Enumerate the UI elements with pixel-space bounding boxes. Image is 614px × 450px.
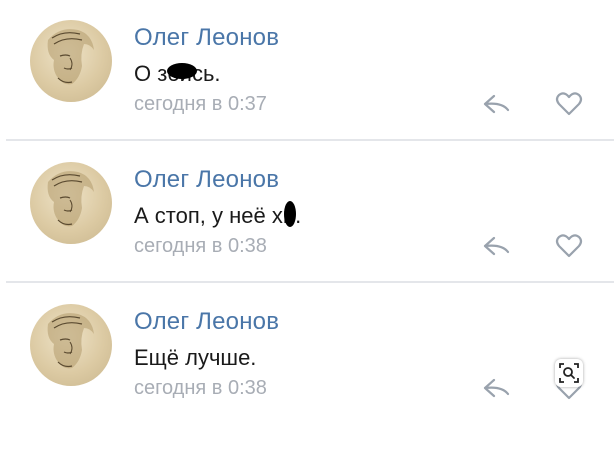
comment-timestamp: сегодня в 0:37: [134, 93, 267, 115]
reply-button[interactable]: [481, 372, 513, 404]
author-name-link[interactable]: Олег Леонов: [134, 166, 279, 194]
censor-blot: [284, 201, 296, 227]
avatar-portrait-image: [47, 29, 94, 85]
avatar-portrait-image: [47, 313, 94, 369]
comment-item: Олег Леонов Ещё лучше. сегодня в 0:38: [0, 284, 614, 424]
visual-search-lens-icon: [559, 363, 579, 383]
avatar[interactable]: [30, 304, 112, 386]
avatar-portrait-image: [47, 171, 94, 227]
reply-arrow-icon: [483, 236, 510, 256]
comment-text-part: О з: [134, 61, 168, 86]
heart-icon: [555, 92, 583, 116]
like-button[interactable]: [553, 230, 585, 262]
comment-timestamp: сегодня в 0:38: [134, 377, 267, 399]
comment-divider: [6, 139, 614, 141]
comment-text: А стоп, у неё хй.: [134, 201, 301, 229]
comment-timestamp: сегодня в 0:38: [134, 235, 267, 257]
comment-feed: Олег Леонов О збись. сегодня в 0:37 Ол: [0, 0, 614, 450]
reply-button[interactable]: [481, 230, 513, 262]
avatar[interactable]: [30, 162, 112, 244]
comment-text: Ещё лучше.: [134, 345, 256, 371]
comment-item: Олег Леонов А стоп, у неё хй. сегодня в …: [0, 142, 614, 282]
comment-item: Олег Леонов О збись. сегодня в 0:37: [0, 0, 614, 140]
comment-text-part: А стоп, у неё х: [134, 203, 283, 228]
comment-text-part: Ещё лучше.: [134, 345, 257, 370]
reply-arrow-icon: [483, 378, 510, 398]
author-name-link[interactable]: Олег Леонов: [134, 308, 279, 336]
visual-search-button[interactable]: [555, 359, 583, 387]
like-button[interactable]: [553, 88, 585, 120]
comment-text: О збись.: [134, 61, 221, 87]
heart-icon: [555, 234, 583, 258]
comment-divider: [6, 281, 614, 283]
reply-button[interactable]: [481, 88, 513, 120]
avatar[interactable]: [30, 20, 112, 102]
censor-blot: [167, 63, 197, 79]
author-name-link[interactable]: Олег Леонов: [134, 24, 279, 52]
reply-arrow-icon: [483, 94, 510, 114]
